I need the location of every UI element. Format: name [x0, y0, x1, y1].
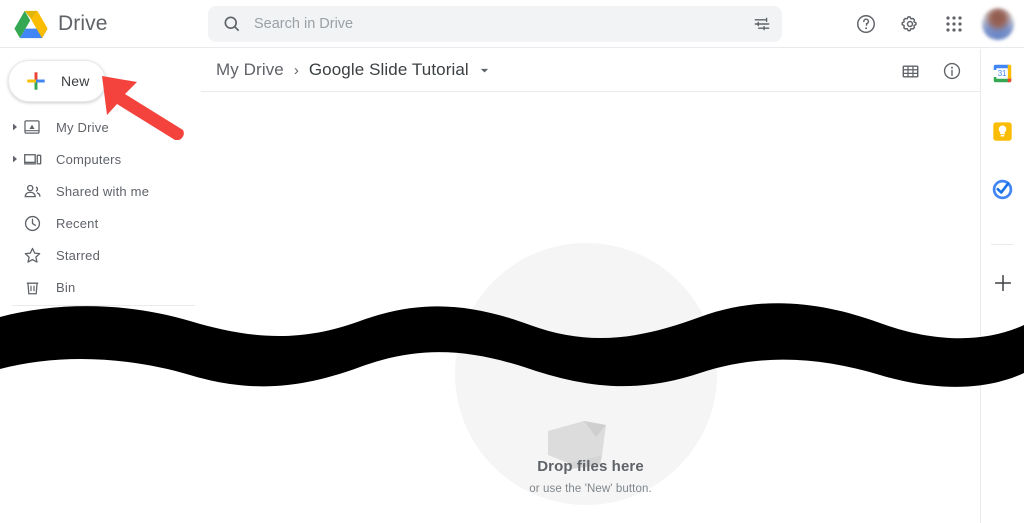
sidebar-nav: My Drive Computers Shared with me Recent…: [0, 111, 200, 303]
search-input[interactable]: [254, 16, 742, 32]
expand-caret-icon[interactable]: [8, 152, 22, 166]
sidebar-item-label: Recent: [56, 215, 99, 231]
sidebar-item-shared-with-me[interactable]: Shared with me: [0, 175, 200, 207]
sidebar-item-starred[interactable]: Starred: [0, 239, 200, 271]
tasks-check-icon: [992, 179, 1013, 200]
svg-text:31: 31: [998, 69, 1007, 78]
drive-brand[interactable]: Drive: [14, 8, 108, 40]
help-circle-icon: [857, 15, 875, 33]
breadcrumb-current[interactable]: Google Slide Tutorial: [309, 60, 469, 80]
main-content: My Drive › Google Slide Tutorial Drop fi…: [201, 49, 980, 523]
header-actions: [846, 4, 1016, 44]
apps-grid-icon: [946, 16, 962, 32]
sidebar-item-label: Starred: [56, 247, 101, 263]
breadcrumb-root[interactable]: My Drive: [216, 60, 284, 80]
grid-view-icon: [902, 64, 918, 78]
search-bar[interactable]: [208, 6, 782, 42]
new-button[interactable]: New: [8, 60, 106, 102]
search-options-button[interactable]: [742, 6, 782, 42]
sidebar-item-label: My Drive: [56, 119, 109, 135]
rail-divider: [991, 244, 1014, 245]
breadcrumb-bar: My Drive › Google Slide Tutorial: [201, 49, 980, 92]
new-button-label: New: [61, 73, 90, 89]
chevron-down-icon[interactable]: [479, 64, 491, 76]
trash-icon: [22, 277, 42, 297]
sidebar-item-computers[interactable]: Computers: [0, 143, 200, 175]
star-icon: [22, 245, 42, 265]
computers-icon: [22, 149, 42, 169]
search-icon: [224, 16, 240, 32]
main-toolbar: [890, 51, 972, 91]
sidebar-item-label: Bin: [56, 279, 76, 295]
side-app-rail: 31: [980, 49, 1024, 523]
details-button[interactable]: [932, 51, 972, 91]
info-circle-icon: [943, 62, 961, 80]
calendar-icon: 31: [993, 64, 1012, 83]
plus-icon: [994, 274, 1012, 292]
plus-icon: [27, 72, 45, 90]
google-calendar-button[interactable]: 31: [992, 63, 1013, 84]
drop-zone[interactable]: Drop files here or use the 'New' button.: [201, 92, 980, 523]
settings-button[interactable]: [890, 4, 930, 44]
app-header: Drive: [0, 0, 1024, 48]
google-tasks-button[interactable]: [992, 179, 1013, 200]
brand-title: Drive: [58, 12, 108, 35]
keep-bulb-icon: [993, 122, 1012, 141]
avatar[interactable]: [982, 8, 1014, 40]
sidebar-item-recent[interactable]: Recent: [0, 207, 200, 239]
add-app-button[interactable]: [993, 273, 1013, 293]
google-keep-button[interactable]: [992, 121, 1013, 142]
google-apps-button[interactable]: [934, 4, 974, 44]
drop-zone-title: Drop files here: [537, 458, 644, 475]
clock-icon: [22, 213, 42, 233]
sidebar: New My Drive Computers Shared with me Re…: [0, 49, 200, 523]
google-drive-logo-icon: [14, 10, 48, 39]
sidebar-item-bin[interactable]: Bin: [0, 271, 200, 303]
sidebar-item-label: Shared with me: [56, 183, 150, 199]
my-drive-icon: [22, 117, 42, 137]
expand-caret-icon[interactable]: [8, 120, 22, 134]
breadcrumb-separator: ›: [293, 61, 299, 79]
shared-with-me-icon: [22, 181, 42, 201]
google-drive-window: Drive Search in Drive New My Drive Compu…: [0, 0, 1024, 523]
sidebar-item-my-drive[interactable]: My Drive: [0, 111, 200, 143]
drop-zone-subtitle: or use the 'New' button.: [529, 483, 652, 495]
help-button[interactable]: [846, 4, 886, 44]
grid-view-button[interactable]: [890, 51, 930, 91]
tune-options-icon: [754, 17, 770, 31]
sidebar-item-label: Computers: [56, 151, 122, 167]
sidebar-divider: [12, 305, 195, 306]
gear-icon: [901, 16, 917, 32]
